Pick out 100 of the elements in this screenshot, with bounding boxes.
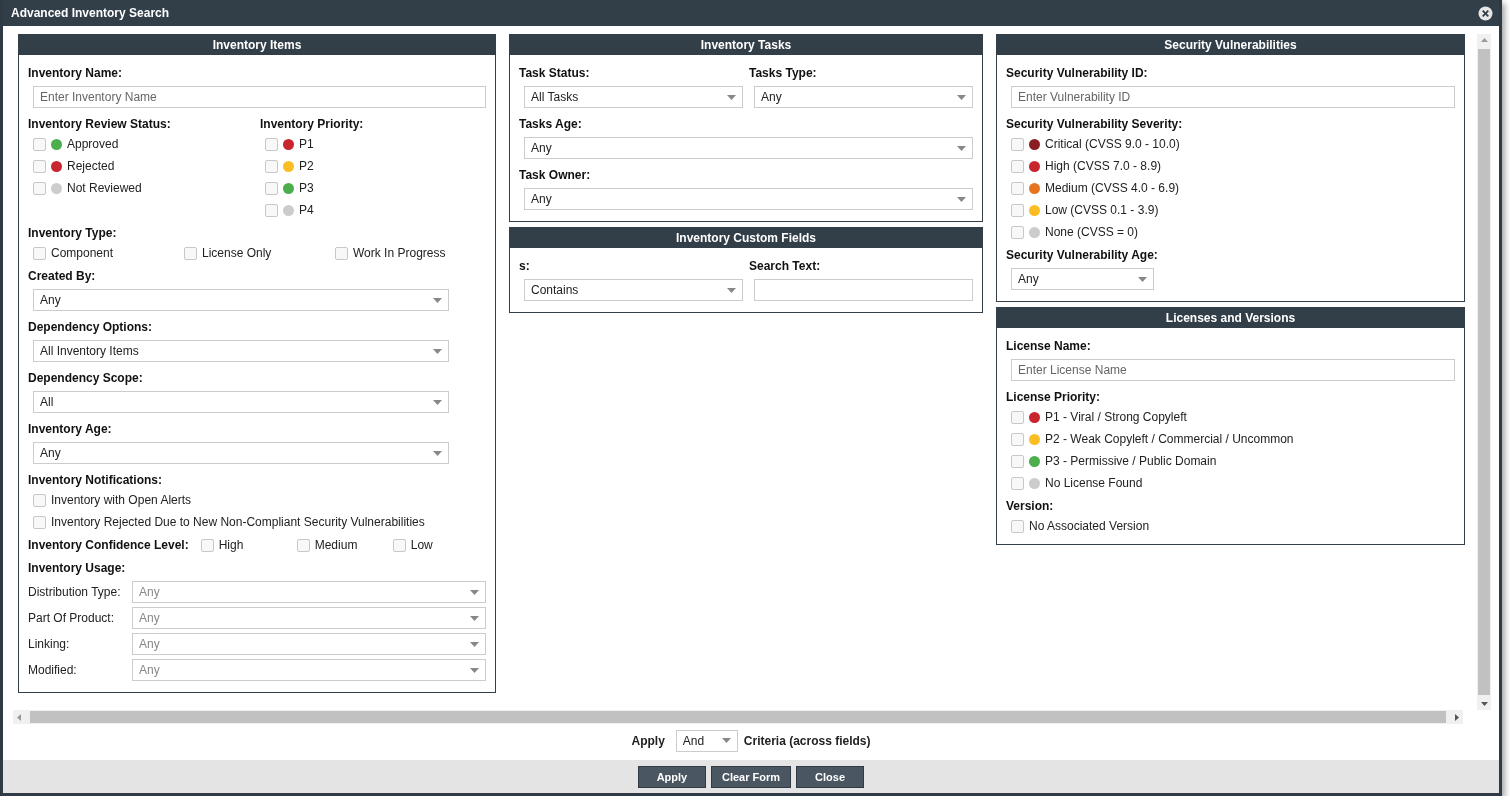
field-label: Security Vulnerability Severity: <box>1006 117 1184 131</box>
action-button[interactable]: Apply <box>637 765 706 788</box>
checkbox-option[interactable]: P2 <box>265 159 486 173</box>
checkbox[interactable] <box>296 538 310 552</box>
close-icon[interactable] <box>1478 5 1493 21</box>
field-label: Version: <box>1006 499 1055 513</box>
scroll-left-icon[interactable] <box>16 713 23 721</box>
dropdown[interactable]: All Inventory Items <box>33 340 450 362</box>
option-label: Work In Progress <box>353 246 446 260</box>
scroll-up-icon[interactable] <box>1480 37 1488 44</box>
checkbox-option[interactable]: High <box>200 538 297 552</box>
checkbox[interactable] <box>265 137 278 151</box>
dropdown[interactable]: All Tasks <box>524 86 743 108</box>
option-label: Medium (CVSS 4.0 - 6.9) <box>1045 181 1180 195</box>
checkbox[interactable] <box>265 159 278 173</box>
checkbox[interactable] <box>33 493 46 507</box>
checkbox-option[interactable]: Medium <box>296 538 393 552</box>
checkbox[interactable] <box>33 515 46 529</box>
field-label: Linking: <box>28 637 71 651</box>
field-label: Search Text: <box>749 259 822 273</box>
option-label: P2 <box>299 159 314 173</box>
dropdown[interactable]: Contains <box>524 279 743 301</box>
checkbox-option[interactable]: License Only <box>184 246 335 260</box>
checkbox[interactable] <box>33 181 46 195</box>
checkbox[interactable] <box>392 538 406 552</box>
caret-icon <box>470 667 479 673</box>
dropdown[interactable]: Any <box>1011 268 1154 290</box>
field-label: License Priority: <box>1006 390 1102 404</box>
option-label: Medium <box>314 538 358 552</box>
checkbox-option[interactable]: High (CVSS 7.0 - 8.9) <box>1011 159 1455 173</box>
checkbox-option[interactable]: Inventory with Open Alerts <box>33 493 486 507</box>
text-field[interactable]: Enter License Name <box>1011 359 1455 381</box>
checkbox-option[interactable]: Component <box>33 246 184 260</box>
checkbox-option[interactable]: Inventory Rejected Due to New Non-Compliant Security Vulnerabilities <box>33 515 486 529</box>
caret-icon <box>957 145 966 151</box>
checkbox-option[interactable]: Low <box>392 538 489 552</box>
option-label: Critical (CVSS 9.0 - 10.0) <box>1045 137 1180 151</box>
checkbox-option[interactable]: P1 <box>265 137 486 151</box>
checkbox-option[interactable]: No License Found <box>1011 476 1455 490</box>
checkbox[interactable] <box>200 538 214 552</box>
checkbox[interactable] <box>1011 454 1024 468</box>
panel-header: Inventory Custom Fields <box>510 227 982 248</box>
checkbox[interactable] <box>184 246 197 260</box>
checkbox-option[interactable]: Low (CVSS 0.1 - 3.9) <box>1011 203 1455 217</box>
field-label: Inventory Review Status: <box>28 117 172 131</box>
option-label: No License Found <box>1045 476 1143 490</box>
dropdown[interactable]: Any <box>524 188 973 210</box>
caret-icon <box>470 641 479 647</box>
checkbox[interactable] <box>33 159 46 173</box>
text-field[interactable] <box>754 279 973 301</box>
field-label: Security Vulnerability ID: <box>1006 66 1149 80</box>
scroll-right-icon[interactable] <box>1453 713 1460 721</box>
checkbox[interactable] <box>33 137 46 151</box>
checkbox[interactable] <box>335 246 348 260</box>
checkbox-option[interactable]: Approved <box>33 137 254 151</box>
dropdown[interactable]: And <box>675 729 738 752</box>
option-label: P1 - Viral / Strong Copyleft <box>1045 410 1187 424</box>
dropdown[interactable]: All <box>33 391 450 413</box>
field-label: Inventory Priority: <box>260 117 365 131</box>
checkbox[interactable] <box>1011 410 1024 424</box>
checkbox-option[interactable]: Medium (CVSS 4.0 - 6.9) <box>1011 181 1455 195</box>
checkbox-option[interactable]: P4 <box>265 203 486 217</box>
vertical-scrollbar[interactable] <box>1477 34 1491 710</box>
text-field[interactable]: Enter Inventory Name <box>33 86 486 108</box>
checkbox-option[interactable]: No Associated Version <box>1011 519 1455 533</box>
criteria-label: Criteria (across fields) <box>743 733 871 748</box>
checkbox-option[interactable]: Work In Progress <box>335 246 486 260</box>
dropdown[interactable]: Any <box>33 442 450 464</box>
checkbox-option[interactable]: Rejected <box>33 159 254 173</box>
field-label: Dependency Options: <box>28 320 153 334</box>
checkbox-option[interactable]: P3 <box>265 181 486 195</box>
checkbox-option[interactable]: P2 - Weak Copyleft / Commercial / Uncommon <box>1011 432 1455 446</box>
field-label: Created By: <box>28 269 97 283</box>
checkbox-option[interactable]: Not Reviewed <box>33 181 254 195</box>
checkbox[interactable] <box>1011 476 1024 490</box>
checkbox-option[interactable]: Critical (CVSS 9.0 - 10.0) <box>1011 137 1455 151</box>
caret-icon <box>433 297 443 303</box>
text-field[interactable]: Enter Vulnerability ID <box>1011 86 1455 108</box>
checkbox-option[interactable]: P1 - Viral / Strong Copyleft <box>1011 410 1455 424</box>
action-button[interactable]: Clear Form <box>710 765 792 788</box>
checkbox[interactable] <box>33 246 46 260</box>
checkbox[interactable] <box>1011 137 1024 151</box>
dropdown[interactable]: Any <box>524 137 973 159</box>
caret-icon <box>433 348 443 354</box>
checkbox-option[interactable]: None (CVSS = 0) <box>1011 225 1455 239</box>
checkbox[interactable] <box>1011 203 1024 217</box>
checkbox[interactable] <box>265 181 278 195</box>
action-button[interactable]: Close <box>796 765 865 788</box>
dropdown[interactable]: Any <box>33 289 450 311</box>
checkbox[interactable] <box>1011 225 1024 239</box>
horizontal-scrollbar[interactable] <box>13 710 1463 724</box>
checkbox-option[interactable]: P3 - Permissive / Public Domain <box>1011 454 1455 468</box>
checkbox[interactable] <box>1011 432 1024 446</box>
checkbox[interactable] <box>1011 181 1024 195</box>
dropdown[interactable]: Any <box>754 86 973 108</box>
scroll-down-icon[interactable] <box>1480 700 1488 707</box>
checkbox[interactable] <box>1011 159 1024 173</box>
checkbox[interactable] <box>1011 519 1024 533</box>
checkbox[interactable] <box>265 203 278 217</box>
caret-icon <box>957 196 966 202</box>
